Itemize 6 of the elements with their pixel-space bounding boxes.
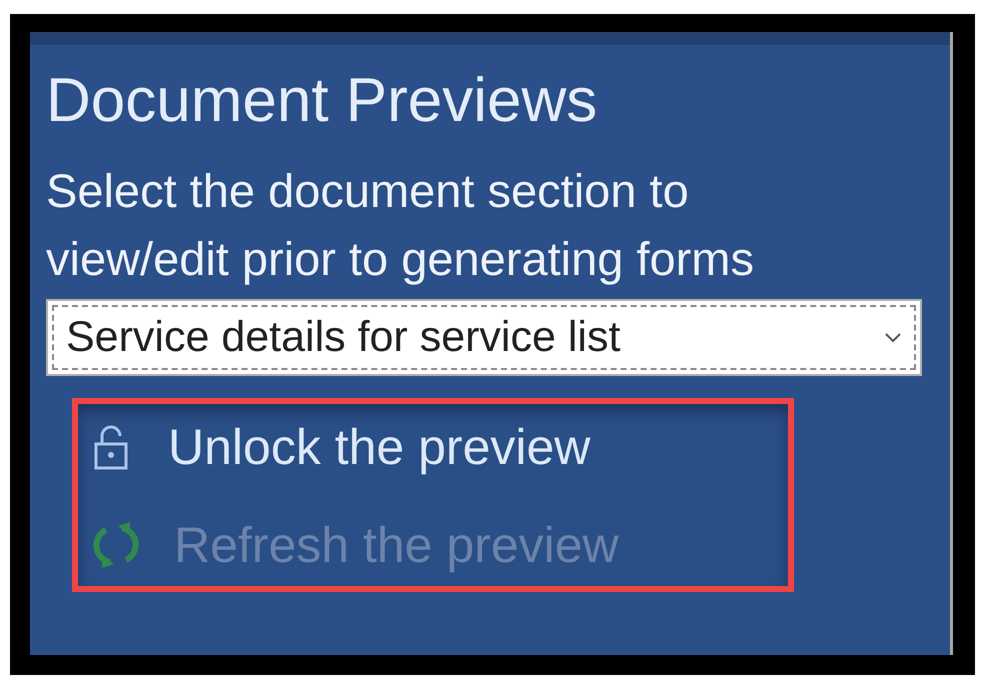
section-dropdown[interactable]: Service details for service list bbox=[46, 299, 922, 376]
description-text: Select the document section to view/edit prior to generating forms bbox=[46, 163, 755, 288]
refresh-icon bbox=[92, 522, 140, 568]
action-item[interactable]: Unlock the preview bbox=[92, 418, 590, 476]
panel-title: Document Previews bbox=[46, 67, 598, 136]
chevron-down-icon bbox=[884, 332, 902, 344]
